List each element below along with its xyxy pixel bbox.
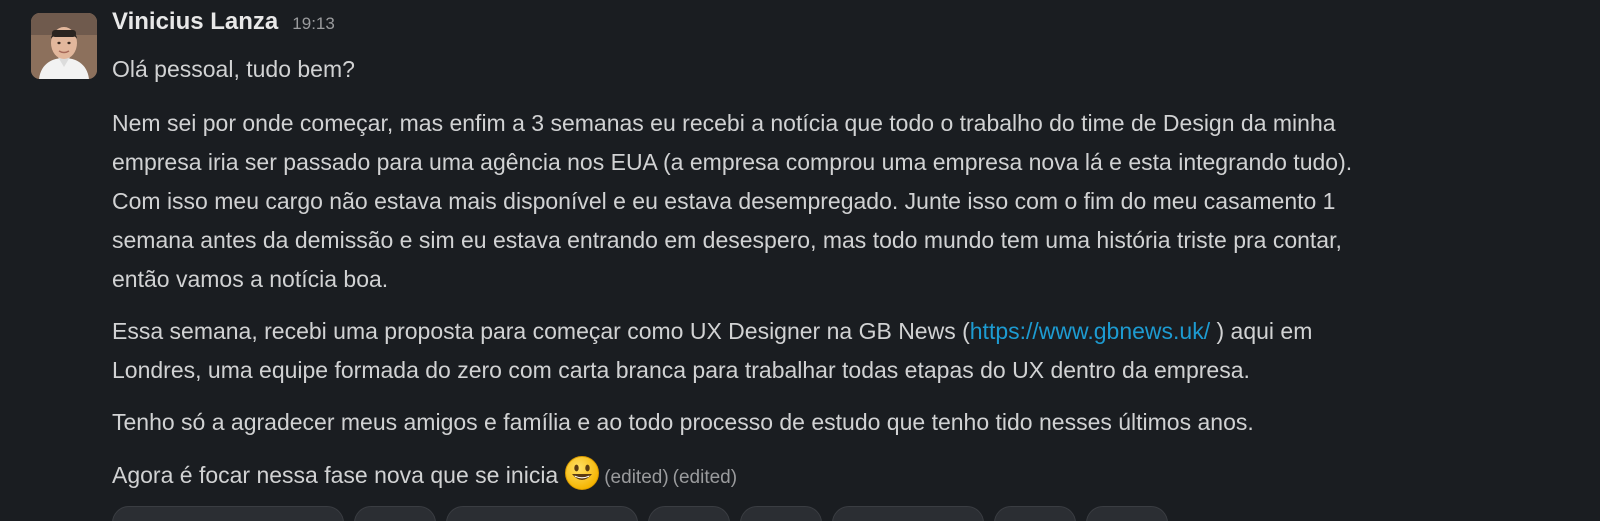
news-text-after-link: ) aqui em — [1210, 318, 1313, 344]
story-line: empresa iria ser passado para uma agênci… — [112, 149, 1353, 175]
story-line: Com isso meu cargo não estava mais dispo… — [112, 188, 1336, 214]
edited-label: (edited) — [604, 467, 669, 488]
reaction-pill[interactable] — [112, 506, 344, 521]
smiley-emoji-icon — [564, 455, 600, 491]
author-name[interactable]: Vinicius Lanza — [112, 8, 278, 36]
story-line: Nem sei por onde começar, mas enfim a 3 … — [112, 110, 1336, 136]
avatar-photo-icon — [31, 13, 97, 79]
message-paragraph-closing: Agora é focar nessa fase nova que se ini… — [112, 455, 1562, 497]
gbnews-link[interactable]: https://www.gbnews.uk/ — [970, 318, 1210, 344]
story-line: semana antes da demissão e sim eu estava… — [112, 227, 1342, 253]
edited-label: (edited) — [672, 467, 738, 488]
reaction-pill[interactable] — [740, 506, 822, 521]
message-paragraph-thanks: Tenho só a agradecer meus amigos e famíl… — [112, 409, 1254, 435]
reaction-pill[interactable] — [648, 506, 730, 521]
avatar[interactable] — [31, 13, 97, 79]
message-timestamp[interactable]: 19:13 — [292, 14, 335, 34]
story-line: então vamos a notícia boa. — [112, 266, 389, 292]
news-line: Londres, uma equipe formada do zero com … — [112, 357, 1250, 383]
reaction-pill[interactable] — [1086, 506, 1168, 521]
reaction-pill[interactable] — [354, 506, 436, 521]
news-line: Essa semana, recebi uma proposta para co… — [112, 312, 1562, 351]
reaction-pill[interactable] — [994, 506, 1076, 521]
reaction-pill[interactable] — [832, 506, 984, 521]
message-header: Vinicius Lanza 19:13 — [112, 8, 1562, 48]
reaction-pill[interactable] — [446, 506, 638, 521]
message-container: Vinicius Lanza 19:13 Olá pessoal, tudo b… — [0, 0, 1600, 521]
closing-text: Agora é focar nessa fase nova que se ini… — [112, 462, 559, 488]
news-text-before-link: Essa semana, recebi uma proposta para co… — [112, 318, 970, 344]
reaction-bar — [112, 506, 1168, 521]
message-paragraph-greeting: Olá pessoal, tudo bem? — [112, 56, 355, 82]
message-paragraph-story: Nem sei por onde começar, mas enfim a 3 … — [112, 104, 1562, 299]
message-paragraph-news: Essa semana, recebi uma proposta para co… — [112, 312, 1562, 390]
message-content: Vinicius Lanza 19:13 Olá pessoal, tudo b… — [112, 8, 1562, 497]
